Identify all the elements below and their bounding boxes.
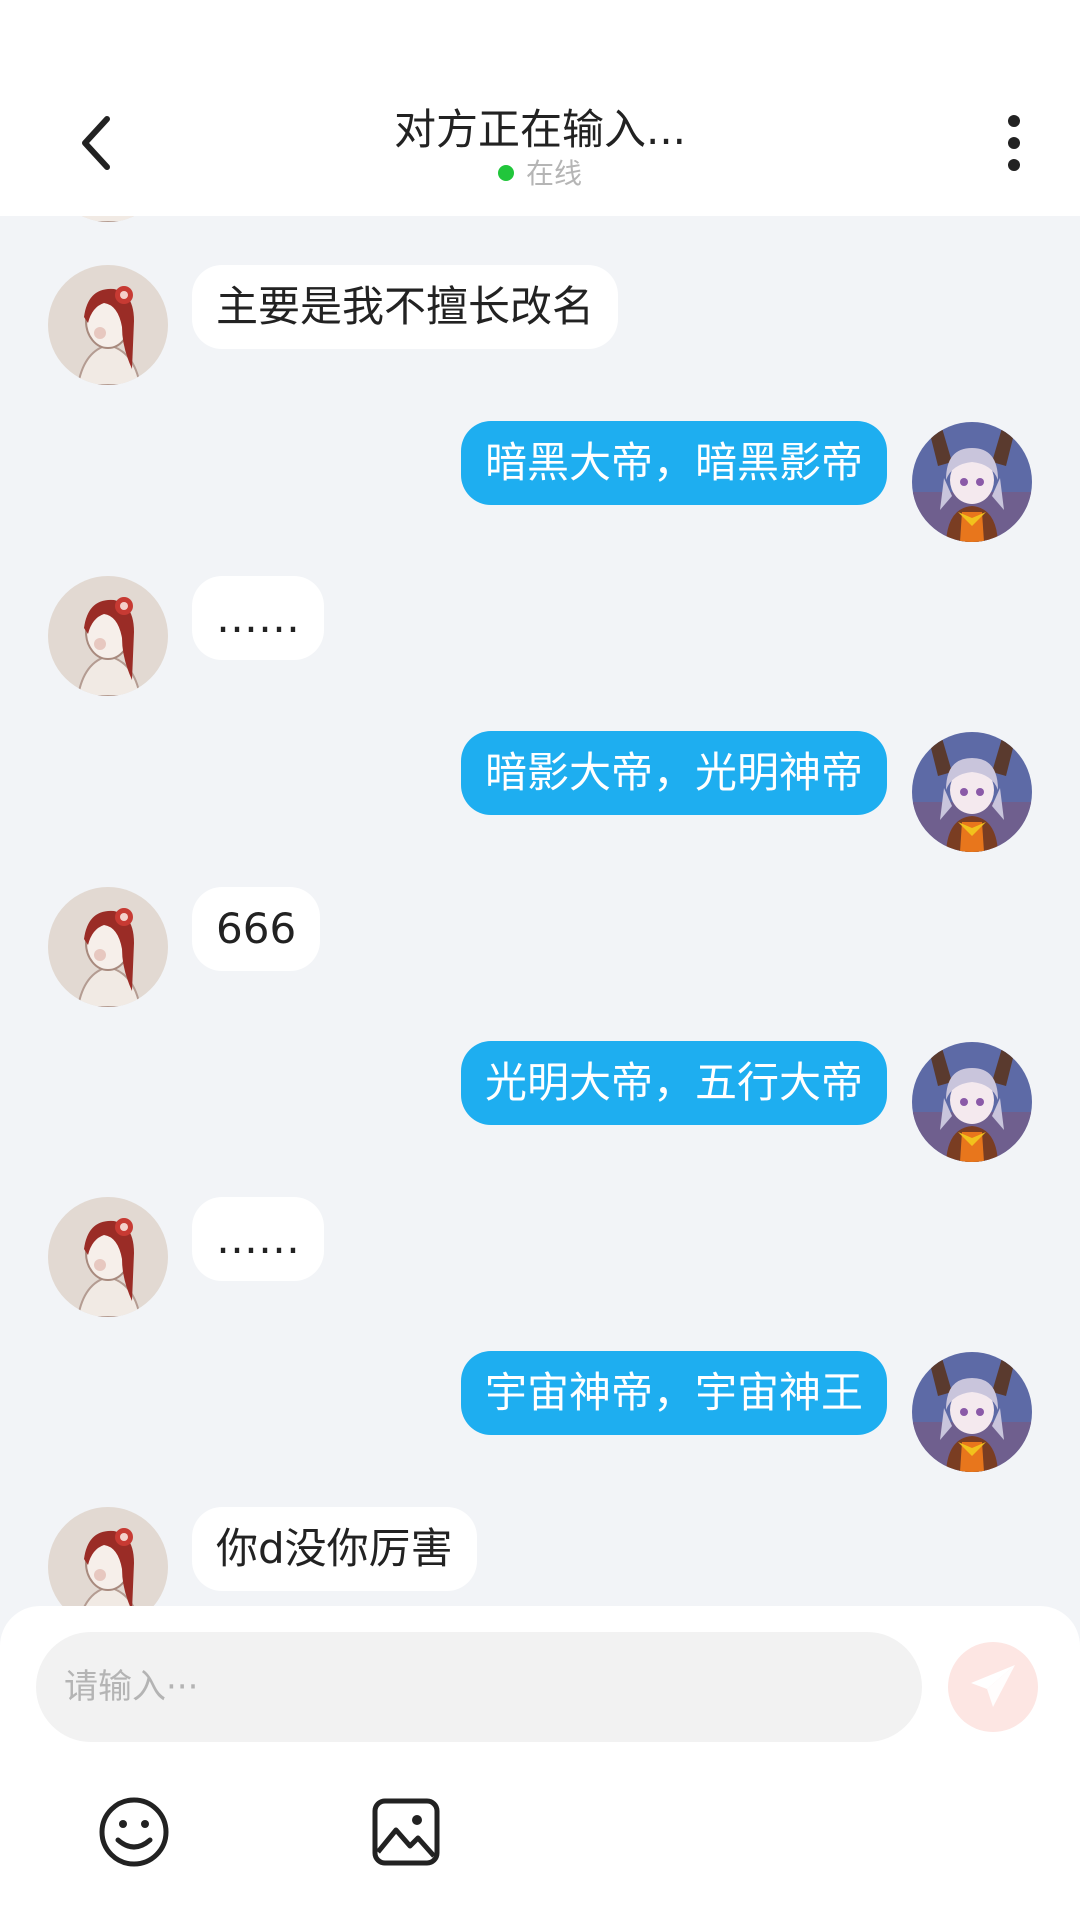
more-options-button[interactable] bbox=[984, 108, 1044, 178]
outgoing-message[interactable]: 暗影大帝，光明神帝 bbox=[460, 731, 887, 815]
paper-plane-icon bbox=[971, 1665, 1015, 1707]
message-input[interactable] bbox=[36, 1632, 922, 1742]
incoming-message[interactable]: 666 bbox=[192, 887, 321, 971]
incoming-message[interactable]: …… bbox=[192, 576, 324, 660]
online-status: 在线 bbox=[0, 152, 1080, 192]
contact-avatar[interactable] bbox=[48, 265, 168, 385]
outgoing-message[interactable]: 宇宙神帝，宇宙神王 bbox=[460, 1351, 887, 1435]
my-avatar[interactable] bbox=[912, 732, 1032, 852]
incoming-message[interactable]: 主要是我不擅长改名 bbox=[192, 265, 619, 349]
my-avatar[interactable] bbox=[912, 1352, 1032, 1472]
image-button[interactable] bbox=[370, 1796, 442, 1868]
contact-avatar[interactable] bbox=[48, 216, 168, 222]
send-button[interactable] bbox=[948, 1642, 1038, 1732]
online-status-label: 在线 bbox=[525, 157, 582, 190]
message-list[interactable]: 主要是我不擅长改名 暗黑大帝，暗黑影帝 …… 暗影大帝，光明神帝 666 光明大… bbox=[0, 216, 1080, 1606]
emoji-button[interactable] bbox=[98, 1796, 170, 1868]
chat-title: 对方正在输入... bbox=[393, 105, 687, 154]
outgoing-message[interactable]: 暗黑大帝，暗黑影帝 bbox=[460, 421, 887, 505]
chat-header: 对方正在输入... 在线 bbox=[0, 0, 1080, 216]
contact-avatar[interactable] bbox=[48, 887, 168, 1007]
contact-avatar[interactable] bbox=[48, 576, 168, 696]
contact-avatar[interactable] bbox=[48, 1507, 168, 1606]
my-avatar[interactable] bbox=[912, 1042, 1032, 1162]
incoming-message[interactable]: …… bbox=[192, 1197, 324, 1281]
my-avatar[interactable] bbox=[912, 422, 1032, 542]
outgoing-message[interactable]: 光明大帝，五行大帝 bbox=[460, 1041, 887, 1125]
smiley-icon bbox=[99, 1797, 169, 1867]
image-icon bbox=[372, 1798, 440, 1866]
incoming-message[interactable]: 你d没你厉害 bbox=[192, 1507, 477, 1591]
composer bbox=[0, 1606, 1080, 1920]
contact-avatar[interactable] bbox=[48, 1197, 168, 1317]
online-dot bbox=[497, 165, 514, 181]
more-vertical-icon bbox=[1008, 115, 1020, 171]
